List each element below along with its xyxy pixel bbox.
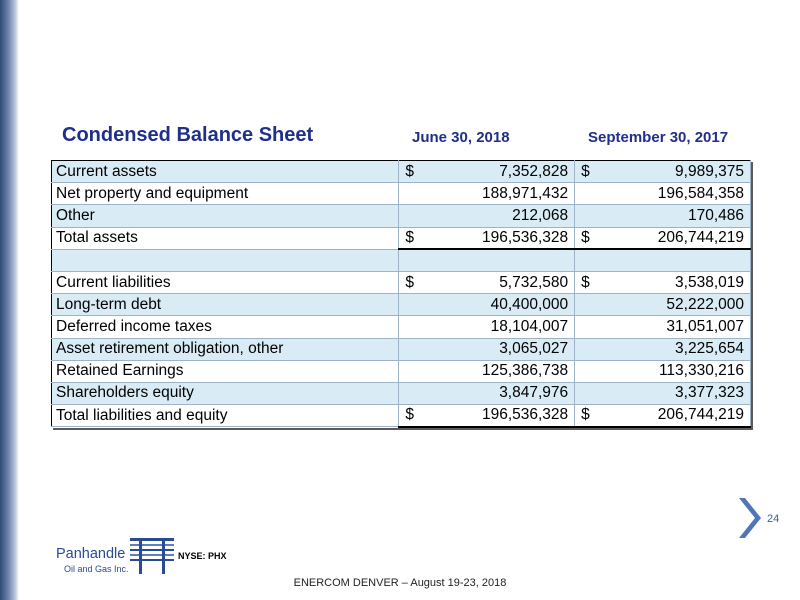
amount-value: 18,104,007 xyxy=(490,317,569,335)
amount-value: 196,536,328 xyxy=(481,228,569,246)
cell-september-2017: 52,222,000 xyxy=(574,293,751,317)
amount-value: 206,744,219 xyxy=(657,228,744,246)
left-accent-bar xyxy=(0,0,19,600)
row-label: Long-term debt xyxy=(51,293,400,317)
column-header-june-2018: June 30, 2018 xyxy=(412,129,510,146)
amount-value: 40,400,000 xyxy=(490,295,569,313)
cell-june-2018: $5,732,580 xyxy=(398,271,576,295)
table-row: Deferred income taxes 18,104,007 31,051,00… xyxy=(51,315,751,339)
cell-june-2018: 125,386,738 xyxy=(398,360,576,383)
row-label: Retained Earnings xyxy=(51,360,400,383)
cell-june-2018: 3,847,976 xyxy=(398,382,576,406)
cell-september-2017: 196,584,358 xyxy=(574,182,751,206)
row-label: Asset retirement obligation, other xyxy=(51,338,400,361)
amount-value: 206,744,219 xyxy=(657,406,744,424)
amount-value: 125,386,738 xyxy=(481,362,569,380)
logo-ticker: NYSE: PHX xyxy=(178,551,227,561)
table-row: Asset retirement obligation, other 3,065,… xyxy=(51,338,751,361)
row-label: Shareholders equity xyxy=(51,382,400,406)
cell-june-2018: $196,536,328 xyxy=(398,226,576,251)
cell-september-2017: 3,225,654 xyxy=(574,338,751,361)
amount-value: 212,068 xyxy=(512,206,569,224)
table-row: Current liabilities $5,732,580 $3,538,019 xyxy=(51,271,751,295)
row-label: Net property and equipment xyxy=(51,182,400,206)
company-logo: Panhandle Oil and Gas Inc. NYSE: PHX xyxy=(56,534,246,579)
cell-september-2017: $206,744,219 xyxy=(574,226,751,251)
cell-september-2017: 3,377,323 xyxy=(574,382,751,406)
table-row: Net property and equipment 188,971,432 196… xyxy=(51,182,751,206)
currency-symbol: $ xyxy=(405,228,414,246)
cell-june-2018: $7,352,828 xyxy=(398,160,576,184)
table-row: Current assets $7,352,828 $9,989,375 xyxy=(51,160,751,184)
currency-symbol: $ xyxy=(405,273,414,291)
row-label: Current assets xyxy=(51,160,400,184)
currency-symbol: $ xyxy=(581,406,590,424)
logo-subtitle: Oil and Gas Inc. xyxy=(64,564,129,574)
currency-symbol: $ xyxy=(581,273,590,291)
amount-value: 52,222,000 xyxy=(666,295,744,313)
cell-june-2018: 40,400,000 xyxy=(398,293,576,317)
table-row: Retained Earnings 125,386,738 113,330,216 xyxy=(51,360,751,383)
cell-june-2018: 188,971,432 xyxy=(398,182,576,206)
amount-value: 113,330,216 xyxy=(658,362,744,380)
column-header-september-2017: September 30, 2017 xyxy=(588,129,729,146)
cell-september-2017 xyxy=(574,249,751,272)
row-label: Current liabilities xyxy=(51,271,400,295)
amount-value: 31,051,007 xyxy=(666,317,744,335)
cell-june-2018: $196,536,328 xyxy=(398,404,576,428)
currency-symbol: $ xyxy=(405,406,414,424)
panhandle-logo-mark-icon xyxy=(130,538,174,574)
table-row: Shareholders equity 3,847,976 3,377,323 xyxy=(51,382,751,406)
row-label: Deferred income taxes xyxy=(51,315,400,339)
amount-value: 3,538,019 xyxy=(675,273,744,291)
cell-september-2017: 113,330,216 xyxy=(574,360,751,383)
amount-value: 3,065,027 xyxy=(499,340,569,358)
row-label: Total assets xyxy=(51,226,400,250)
amount-value: 3,377,323 xyxy=(675,384,744,402)
amount-value: 196,536,328 xyxy=(481,406,569,424)
logo-name: Panhandle xyxy=(56,546,126,562)
cell-june-2018: 3,065,027 xyxy=(398,338,576,361)
table-row: Other 212,068 170,486 xyxy=(51,204,751,228)
amount-value: 188,971,432 xyxy=(481,184,569,202)
currency-symbol: $ xyxy=(405,162,414,180)
amount-value: 3,847,976 xyxy=(499,384,569,402)
page-number: 24 xyxy=(767,513,780,525)
cell-june-2018: 212,068 xyxy=(398,204,576,228)
table-row: Total liabilities and equity $196,536,328… xyxy=(51,404,751,428)
table-row xyxy=(51,249,751,272)
cell-september-2017: $206,744,219 xyxy=(574,404,751,428)
amount-value: 170,486 xyxy=(687,206,744,224)
cell-september-2017: 170,486 xyxy=(574,204,751,228)
currency-symbol: $ xyxy=(581,162,590,180)
amount-value: 3,225,654 xyxy=(675,340,744,358)
chevron-right-icon[interactable] xyxy=(735,496,763,540)
cell-september-2017: $9,989,375 xyxy=(574,160,751,184)
slide-title: Condensed Balance Sheet xyxy=(62,124,314,146)
footer-event-text: ENERCOM DENVER – August 19-23, 2018 xyxy=(293,577,507,589)
table-row: Long-term debt 40,400,000 52,222,000 xyxy=(51,293,751,317)
cell-september-2017: 31,051,007 xyxy=(574,315,751,339)
cell-june-2018: 18,104,007 xyxy=(398,315,576,339)
table-row: Total assets $196,536,328 $206,744,219 xyxy=(51,226,751,251)
row-label: Other xyxy=(51,204,400,228)
amount-value: 196,584,358 xyxy=(657,184,744,202)
row-label xyxy=(51,249,400,272)
balance-sheet-table: Current assets $7,352,828 $9,989,375 Net pr… xyxy=(51,160,751,428)
row-label: Total liabilities and equity xyxy=(51,404,400,428)
cell-june-2018 xyxy=(398,249,576,272)
amount-value: 9,989,375 xyxy=(675,162,744,180)
amount-value: 5,732,580 xyxy=(499,273,569,291)
currency-symbol: $ xyxy=(581,228,590,246)
cell-september-2017: $3,538,019 xyxy=(574,271,751,295)
amount-value: 7,352,828 xyxy=(499,162,569,180)
